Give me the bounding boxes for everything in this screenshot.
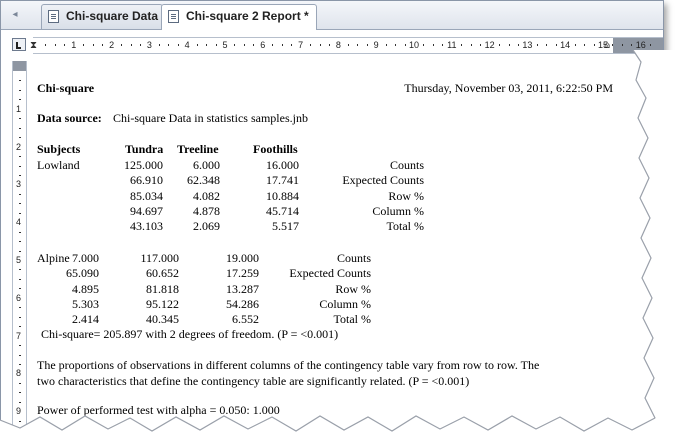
report-icon — [168, 10, 179, 23]
torn-edge-decoration — [0, 49, 675, 443]
tab-label: Chi-square 2 Report * — [186, 9, 309, 23]
tab-chi-square-2-report[interactable]: Chi-square 2 Report * — [161, 4, 317, 30]
